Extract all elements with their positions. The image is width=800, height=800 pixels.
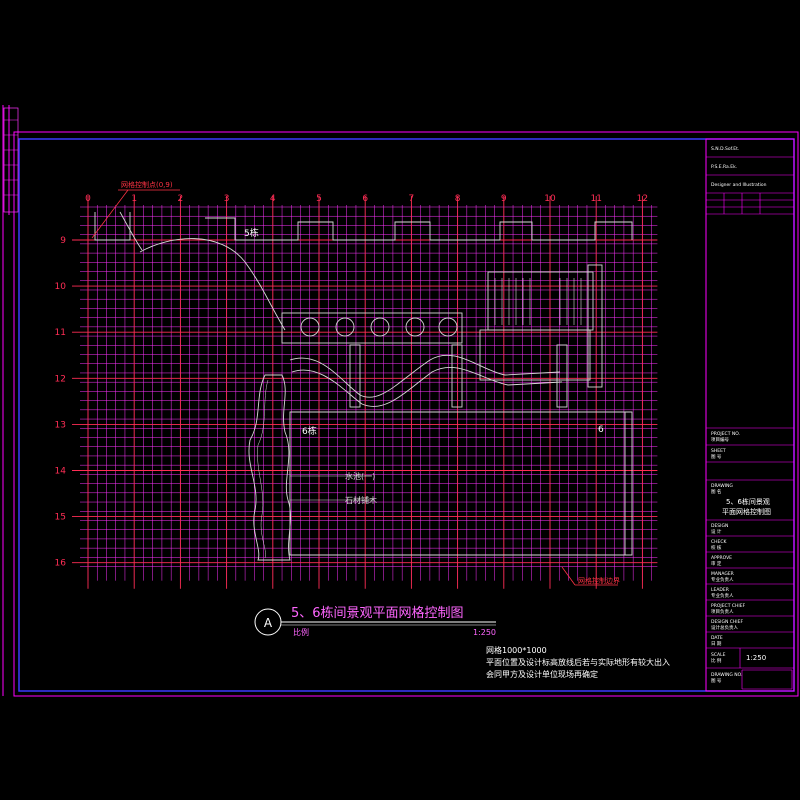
- tb-drawing-name-2: 平面网格控制图: [722, 507, 771, 516]
- drawing-marker-letter: A: [264, 616, 273, 630]
- tb-chief-en: PROJECT CHIEF: [711, 603, 746, 609]
- note-grid-origin: 网格控制点(0,9): [121, 180, 173, 189]
- tb-date-cn: 日 期: [711, 641, 722, 647]
- tb-drawing-no-cn: 图 号: [711, 678, 722, 684]
- grid-col-label: 3: [224, 194, 230, 204]
- grid-row-label: 16: [55, 559, 67, 569]
- tb-leader-cn: 专业负责人: [711, 592, 734, 599]
- label-side-6: 6: [598, 425, 604, 435]
- drawing-scale-value: 1:250: [473, 628, 496, 637]
- label-building-5: 5栋: [244, 227, 259, 239]
- tb-check-cn: 校 核: [711, 544, 722, 551]
- note-line-1: 网格1000*1000: [486, 645, 547, 655]
- cad-drawing-sheet: 0 1 2 3 4 5 6 7 8 9 10 11 12 910111213141516: [2, 105, 799, 697]
- tb-manager-en: MANAGER: [711, 571, 734, 577]
- drawing-title: 5、6栋间景观平面网格控制图: [291, 605, 464, 621]
- tb-header-3: Designer and Illustration: [711, 182, 767, 188]
- grid-col-label: 1: [131, 194, 137, 204]
- grid-col-label: 0: [85, 194, 91, 204]
- general-notes: 网格1000*1000 平面位置及设计标高放线后若与实际地形有较大出入 会同甲方…: [486, 645, 670, 679]
- grid-col-label: 7: [409, 194, 415, 204]
- title-block: S.N.D.Sof.Et. P.S.E.Ra.Ek. Designer and …: [705, 138, 795, 692]
- tb-project-en: PROJECT NO.: [711, 431, 740, 437]
- tb-date-en: DATE: [711, 635, 723, 641]
- grid-col-label: 5: [316, 194, 322, 204]
- grid-row-label: 15: [55, 513, 66, 523]
- note-line-3: 会同甲方及设计单位现场再确定: [486, 669, 598, 679]
- tb-project-cn: 项目编号: [711, 436, 729, 443]
- grid-row-label: 14: [55, 467, 67, 477]
- drawing-scale-label: 比例: [293, 627, 309, 637]
- drawing-title-block: A 5、6栋间景观平面网格控制图 比例 1:250: [254, 605, 496, 637]
- label-building-6: 6栋: [302, 425, 317, 437]
- tb-director-cn: 设计总负责人: [711, 624, 738, 631]
- tb-leader-en: LEADER: [711, 587, 729, 593]
- tb-approve-cn: 审 定: [711, 560, 722, 567]
- tb-sheet-cn: 图 号: [711, 454, 722, 460]
- water-feature: [289, 354, 561, 398]
- label-water-2: 石材铺木: [345, 495, 377, 505]
- tb-director-en: DESIGN CHIEF: [711, 619, 743, 625]
- binding-strip: [2, 105, 19, 696]
- grid-row-label: 10: [55, 282, 67, 292]
- tb-drawing-name-1: 5、6栋间景观: [726, 497, 770, 506]
- grid-col-label: 4: [270, 194, 276, 204]
- tb-approve-en: APPROVE: [711, 555, 732, 561]
- grid-row-label: 9: [60, 236, 66, 246]
- landscape-plan: [94, 211, 633, 561]
- grid-minor-lines: [80, 205, 658, 581]
- tb-manager-cn: 专业负责人: [711, 576, 734, 583]
- tb-check-en: CHECK: [711, 539, 728, 545]
- grid-column-labels: 0 1 2 3 4 5 6 7 8 9 10 11 12: [85, 194, 648, 204]
- tb-drawing-en: DRAWING: [711, 483, 733, 489]
- grid-col-label: 9: [501, 194, 507, 204]
- tb-scale-en: SCALE: [711, 652, 726, 658]
- grid-row-labels: 9 10 11 12 13 14 15 16: [55, 236, 67, 569]
- tb-sheet-en: SHEET: [711, 448, 726, 454]
- grid-col-label: 10: [544, 194, 556, 204]
- grid-row-label: 13: [55, 420, 66, 430]
- grid-row-label: 11: [55, 328, 66, 338]
- tb-design-en: DESIGN: [711, 523, 728, 529]
- tb-design-cn: 设 计: [711, 528, 722, 535]
- tb-header-2: P.S.E.Ra.Ek.: [711, 164, 737, 170]
- grid-row-label: 12: [55, 374, 66, 384]
- grid-col-label: 2: [178, 194, 184, 204]
- tb-scale-cn: 比 例: [711, 657, 722, 664]
- grid-col-label: 11: [590, 194, 601, 204]
- label-water-1: 水池(一): [345, 471, 375, 481]
- grid-origin-note: 网格控制点(0,9): [91, 180, 180, 239]
- tb-header-1: S.N.D.Sof.Et.: [711, 146, 739, 152]
- boundary-note: 网格控制边界: [561, 566, 620, 586]
- grid-col-label: 8: [455, 194, 461, 204]
- note-line-2: 平面位置及设计标高放线后若与实际地形有较大出入: [486, 657, 670, 667]
- organic-walkway: [248, 374, 291, 561]
- grid-col-label: 6: [362, 194, 368, 204]
- note-boundary: 网格控制边界: [578, 576, 620, 585]
- tb-drawing-no-en: DRAWING NO.: [711, 672, 742, 678]
- tb-chief-cn: 项目负责人: [711, 608, 734, 615]
- tb-drawing-cn: 图 名: [711, 488, 721, 495]
- grid-col-label: 12: [637, 194, 648, 204]
- tb-scale-value: 1:250: [746, 654, 766, 662]
